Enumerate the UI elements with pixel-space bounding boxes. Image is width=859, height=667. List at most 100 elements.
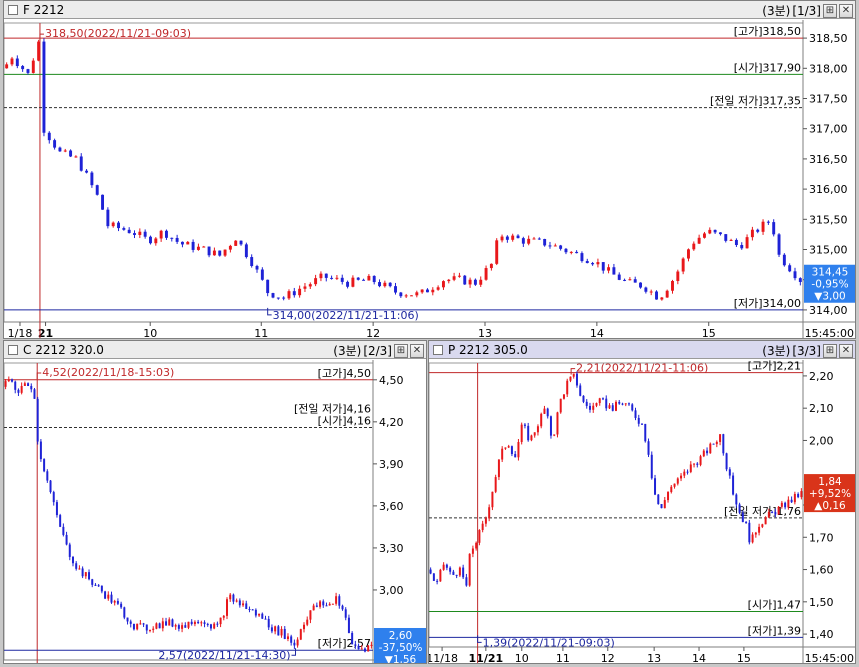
candle-body	[548, 245, 552, 247]
candle-body	[306, 619, 309, 625]
candle-body	[549, 416, 552, 436]
candle-body	[104, 591, 107, 599]
candle-body	[585, 401, 588, 406]
close-icon[interactable]: ✕	[410, 343, 424, 358]
candle-body	[569, 376, 572, 381]
current-price-line: 1,84	[818, 476, 842, 488]
x-tick-label: 11	[254, 327, 268, 339]
candle-body	[426, 289, 429, 293]
candle-body	[282, 297, 286, 299]
select-checkbox[interactable]	[8, 5, 18, 15]
chart-panel-c[interactable]: C 2212 320.0 (3분) [2/3] ⊞ ✕ 4,50 4,20 3,90…	[3, 340, 427, 664]
price-chart-p[interactable]: 2,202,102,001,801,701,601,501,4011/1811/…	[429, 360, 856, 664]
chart-panel-f[interactable]: F 2212 (3분) [1/3] ⊞ ✕ 318,50 318,00 317,50…	[3, 0, 856, 339]
candle-body	[575, 373, 578, 386]
candle-body	[798, 278, 802, 282]
low-marker-label: 1,39(2022/11/21-09:03)	[483, 636, 615, 649]
candle-body	[687, 249, 690, 259]
current-price-line: -0,95%	[811, 279, 848, 291]
candle-body	[708, 229, 712, 234]
candle-body	[621, 403, 624, 405]
candle-body	[787, 499, 790, 508]
candle-body	[17, 389, 20, 393]
candle-body	[338, 596, 341, 606]
candle-body	[436, 580, 439, 582]
candle-body	[667, 492, 670, 501]
candle-body	[292, 291, 296, 296]
candle-body	[158, 623, 161, 629]
candle-body	[633, 279, 637, 283]
level-label-low: [저가]2,57	[318, 637, 371, 650]
x-tick-label: 14	[590, 327, 604, 339]
candle-body	[127, 229, 131, 234]
candle-body	[740, 245, 744, 249]
candle-body	[319, 273, 323, 279]
candle-body	[495, 240, 499, 264]
candle-body	[631, 404, 634, 411]
candle-body	[596, 262, 600, 265]
candle-body	[78, 568, 81, 570]
candle-body	[21, 66, 25, 70]
candle-body	[335, 277, 339, 279]
settings-icon[interactable]: ⊞	[823, 343, 837, 358]
candle-body	[729, 239, 733, 241]
close-icon[interactable]: ✕	[839, 3, 853, 18]
candle-body	[764, 517, 767, 525]
candle-body	[264, 618, 267, 620]
candle-body	[274, 626, 277, 632]
candle-body	[756, 229, 760, 232]
panel-titlebar[interactable]: P 2212 305.0 (3분) [3/3] ⊞ ✕	[429, 341, 855, 359]
candle-body	[149, 236, 152, 244]
candle-body	[312, 605, 315, 611]
candle-body	[26, 69, 30, 73]
candle-body	[174, 625, 177, 627]
candle-body	[500, 236, 504, 241]
chart-panel-p[interactable]: P 2212 305.0 (3분) [3/3] ⊞ ✕ 2,20 2,10 2,00…	[428, 340, 856, 664]
candle-body	[579, 385, 582, 396]
candle-body	[788, 265, 792, 272]
y-tick-label: 314,00	[809, 304, 848, 317]
candle-body	[255, 266, 259, 270]
candle-body	[107, 594, 110, 599]
panel-titlebar[interactable]: F 2212 (3분) [1/3] ⊞ ✕	[4, 1, 855, 19]
candle-body	[216, 623, 219, 625]
settings-icon[interactable]: ⊞	[394, 343, 408, 358]
panel-titlebar[interactable]: C 2212 320.0 (3분) [2/3] ⊞ ✕	[4, 341, 426, 359]
candle-body	[207, 246, 211, 256]
candle-body	[152, 628, 155, 630]
candle-body	[559, 245, 563, 249]
candle-body	[53, 140, 57, 148]
close-icon[interactable]: ✕	[839, 343, 853, 358]
candle-body	[271, 293, 275, 298]
candle-body	[702, 233, 706, 238]
candle-body	[267, 618, 270, 628]
candle-body	[654, 478, 657, 495]
price-chart-c[interactable]: 4,50 4,20 3,90 3,60 3,30 3,00 [고가]4,50 [시가]4,16…	[4, 360, 427, 664]
candle-body	[11, 379, 14, 382]
select-checkbox[interactable]	[433, 345, 443, 355]
candle-body	[360, 648, 363, 650]
candle-body	[68, 544, 71, 557]
candle-body	[190, 621, 193, 625]
candle-body	[676, 478, 679, 484]
select-checkbox[interactable]	[8, 345, 18, 355]
y-tick-label: 3,30	[379, 542, 404, 555]
candle-body	[85, 170, 89, 173]
candle-body	[378, 282, 381, 287]
time-label: 15:45:00	[805, 652, 854, 664]
x-tick-label: 14	[692, 652, 706, 664]
candle-body	[362, 279, 366, 281]
y-tick-label: 318,00	[809, 62, 848, 75]
settings-icon[interactable]: ⊞	[823, 3, 837, 18]
price-chart-f[interactable]: 318,50 318,00 317,50 317,00 316,50 316,00 315,…	[4, 20, 856, 339]
interval-label: (3분)	[762, 4, 791, 18]
x-tick-label: 1/18	[8, 327, 33, 339]
candle-body	[429, 569, 432, 574]
candle-body	[415, 292, 419, 296]
candle-body	[750, 229, 754, 238]
candle-body	[537, 238, 541, 240]
candle-body	[196, 246, 200, 250]
level-label-prev: [전일 저가]1,76	[724, 504, 801, 518]
candle-body	[59, 515, 62, 527]
candle-body	[660, 504, 663, 509]
